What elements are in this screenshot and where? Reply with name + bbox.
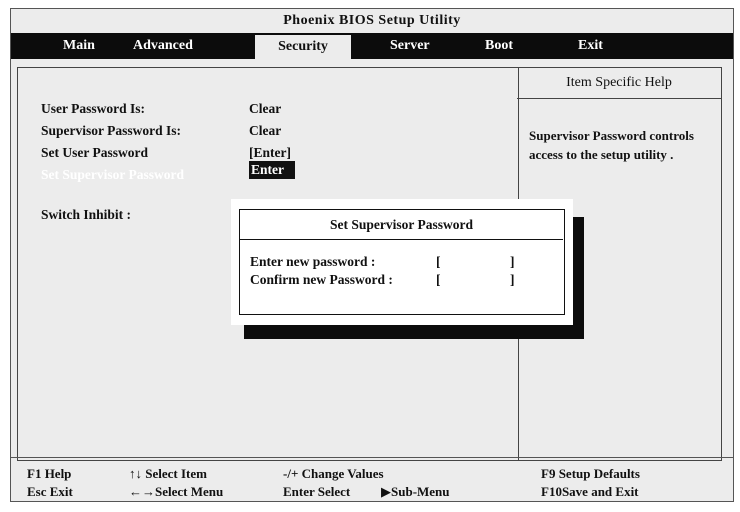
app-title: Phoenix BIOS Setup Utility [283,13,461,28]
confirm-password-field[interactable]: [ ] [436,272,516,288]
key-f9-defaults: F9 Setup Defaults [541,466,640,481]
confirm-password-label: Confirm new Password : [250,272,393,287]
key-enter-select: Enter Select [283,484,351,499]
set-supervisor-password-value[interactable]: Enter [249,161,295,179]
new-password-label: Enter new password : [250,254,376,269]
user-password-status: Clear [249,101,282,116]
field-bracket-close: ] [510,254,515,269]
key-f10-save-exit: F10Save and Exit [541,484,639,499]
supervisor-password-status: Clear [249,123,282,138]
supervisor-password-label: Supervisor Password Is: [41,123,182,138]
menu-server[interactable]: Server [390,33,430,59]
field-bracket-open: [ [436,272,441,287]
bios-screen: Phoenix BIOS Setup Utility Main Advanced… [10,8,734,502]
key-select-item: ↑↓ Select Item [129,466,207,481]
help-text: Supervisor Password controls access to t… [529,128,694,162]
user-password-label: User Password Is: [41,101,145,116]
key-f1-help: F1 Help [27,466,72,481]
menu-security[interactable]: Security [255,35,351,59]
help-title: Item Specific Help [517,68,721,99]
key-esc-exit: Esc Exit [27,484,73,499]
field-bracket-close: ] [510,272,515,287]
new-password-field[interactable]: [ ] [436,254,516,270]
menu-advanced[interactable]: Advanced [133,33,193,59]
switch-inhibit-label[interactable]: Switch Inhibit : [41,207,131,223]
field-bracket-open: [ [436,254,441,269]
set-supervisor-password-dialog: Set Supervisor Password Enter new passwo… [239,209,565,315]
dialog-title: Set Supervisor Password [240,210,563,240]
menu-bar: Main Advanced Security Server Boot Exit [11,33,733,59]
key-select-menu: ←→Select Menu [129,484,224,499]
key-legend: F1 Help Esc Exit ↑↓ Select Item ←→Select… [11,457,733,502]
menu-main[interactable]: Main [63,33,95,59]
key-sub-menu: ▶Sub-Menu [381,484,450,499]
set-user-password-value[interactable]: [Enter] [249,145,291,161]
menu-exit[interactable]: Exit [578,33,603,59]
key-change-values: -/+ Change Values [283,466,384,481]
set-user-password-label[interactable]: Set User Password [41,145,148,161]
set-supervisor-password-label[interactable]: Set Supervisor Password [41,167,184,183]
menu-boot[interactable]: Boot [485,33,513,59]
